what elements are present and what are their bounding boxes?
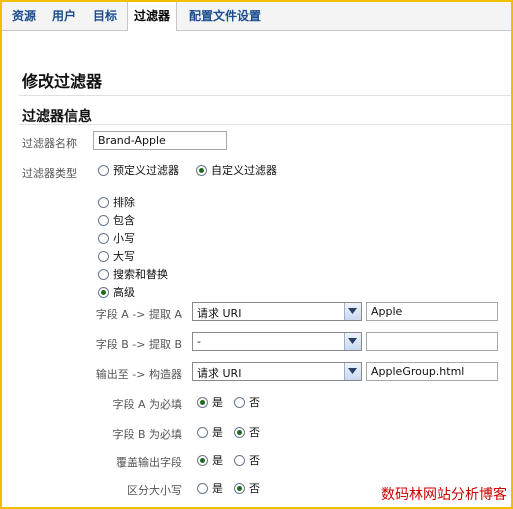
no-label: 否: [249, 454, 260, 467]
field-b-select[interactable]: -: [192, 332, 362, 351]
field-b-required-yes-radio[interactable]: 是: [197, 424, 223, 440]
divider: [19, 95, 511, 96]
type-lowercase-radio[interactable]: 小写: [98, 230, 135, 246]
case-sensitive-label: 区分大小写: [127, 484, 182, 497]
radio-circle: [98, 196, 109, 208]
output-select-value: 请求 URI: [197, 367, 242, 380]
type-uppercase-radio[interactable]: 大写: [98, 248, 135, 264]
type-exclude-label: 排除: [113, 196, 135, 209]
chevron-down-icon[interactable]: [344, 303, 361, 320]
radio-circle: [98, 286, 109, 298]
yes-label: 是: [212, 396, 223, 409]
field-a-select[interactable]: 请求 URI: [192, 302, 362, 321]
override-output-label: 覆盖输出字段: [116, 456, 182, 469]
radio-circle: [98, 214, 109, 226]
page-title: 修改过滤器: [22, 72, 103, 91]
type-uppercase-label: 大写: [113, 250, 135, 263]
type-include-label: 包含: [113, 214, 135, 227]
case-sensitive-no-radio[interactable]: 否: [234, 480, 260, 496]
type-include-radio[interactable]: 包含: [98, 212, 135, 228]
radio-circle: [197, 396, 208, 408]
radio-circle: [197, 426, 208, 438]
yes-label: 是: [212, 426, 223, 439]
radio-circle: [234, 482, 245, 494]
type-search-replace-label: 搜索和替换: [113, 268, 168, 281]
field-a-input[interactable]: [366, 302, 498, 321]
output-label: 输出至 -> 构造器: [95, 368, 182, 381]
tab-filters[interactable]: 过滤器: [127, 2, 178, 31]
override-output-yes-radio[interactable]: 是: [197, 452, 223, 468]
field-b-input[interactable]: [366, 332, 498, 351]
filter-name-input[interactable]: [93, 131, 227, 150]
no-label: 否: [249, 426, 260, 439]
type-exclude-radio[interactable]: 排除: [98, 194, 135, 210]
tab-bar: 资源 用户 目标 过滤器 配置文件设置: [2, 2, 511, 31]
no-label: 否: [249, 482, 260, 495]
field-b-required-no-radio[interactable]: 否: [234, 424, 260, 440]
chevron-down-icon[interactable]: [344, 333, 361, 350]
field-a-required-yes-radio[interactable]: 是: [197, 394, 223, 410]
type-advanced-radio[interactable]: 高级: [98, 284, 135, 300]
case-sensitive-yes-radio[interactable]: 是: [197, 480, 223, 496]
field-b-label: 字段 B -> 提取 B: [95, 338, 182, 351]
radio-circle: [234, 426, 245, 438]
radio-circle: [197, 454, 208, 466]
yes-label: 是: [212, 482, 223, 495]
type-lowercase-label: 小写: [113, 232, 135, 245]
window-frame: 资源 用户 目标 过滤器 配置文件设置 修改过滤器 过滤器信息 过滤器名称 过滤…: [0, 0, 513, 509]
radio-circle: [98, 232, 109, 244]
radio-circle: [98, 164, 109, 176]
radio-circle: [98, 250, 109, 262]
no-label: 否: [249, 396, 260, 409]
radio-circle: [98, 268, 109, 280]
watermark: 数码林网站分析博客: [381, 487, 507, 503]
field-a-select-value: 请求 URI: [197, 307, 242, 320]
predefined-filter-radio[interactable]: 预定义过滤器: [98, 162, 179, 178]
field-a-label: 字段 A -> 提取 A: [95, 308, 182, 321]
field-b-required-label: 字段 B 为必填: [112, 428, 182, 441]
output-select[interactable]: 请求 URI: [192, 362, 362, 381]
tab-profile-settings[interactable]: 配置文件设置: [189, 2, 261, 30]
divider: [19, 124, 511, 125]
radio-circle: [234, 396, 245, 408]
type-advanced-label: 高级: [113, 286, 135, 299]
section-title: 过滤器信息: [22, 109, 92, 125]
type-search-replace-radio[interactable]: 搜索和替换: [98, 266, 168, 282]
output-input[interactable]: [366, 362, 498, 381]
field-a-required-no-radio[interactable]: 否: [234, 394, 260, 410]
yes-label: 是: [212, 454, 223, 467]
predefined-filter-label: 预定义过滤器: [113, 164, 179, 177]
custom-filter-radio[interactable]: 自定义过滤器: [196, 162, 277, 178]
tab-resources[interactable]: 资源: [12, 2, 36, 30]
tab-users[interactable]: 用户: [52, 2, 76, 30]
radio-circle: [234, 454, 245, 466]
field-a-required-label: 字段 A 为必填: [112, 398, 182, 411]
tab-goals[interactable]: 目标: [93, 2, 117, 30]
filter-type-label: 过滤器类型: [22, 167, 77, 180]
field-b-select-value: -: [197, 335, 201, 348]
custom-filter-label: 自定义过滤器: [211, 164, 277, 177]
chevron-down-icon[interactable]: [344, 363, 361, 380]
override-output-no-radio[interactable]: 否: [234, 452, 260, 468]
radio-circle: [197, 482, 208, 494]
filter-name-label: 过滤器名称: [22, 137, 77, 150]
radio-circle: [196, 164, 207, 176]
